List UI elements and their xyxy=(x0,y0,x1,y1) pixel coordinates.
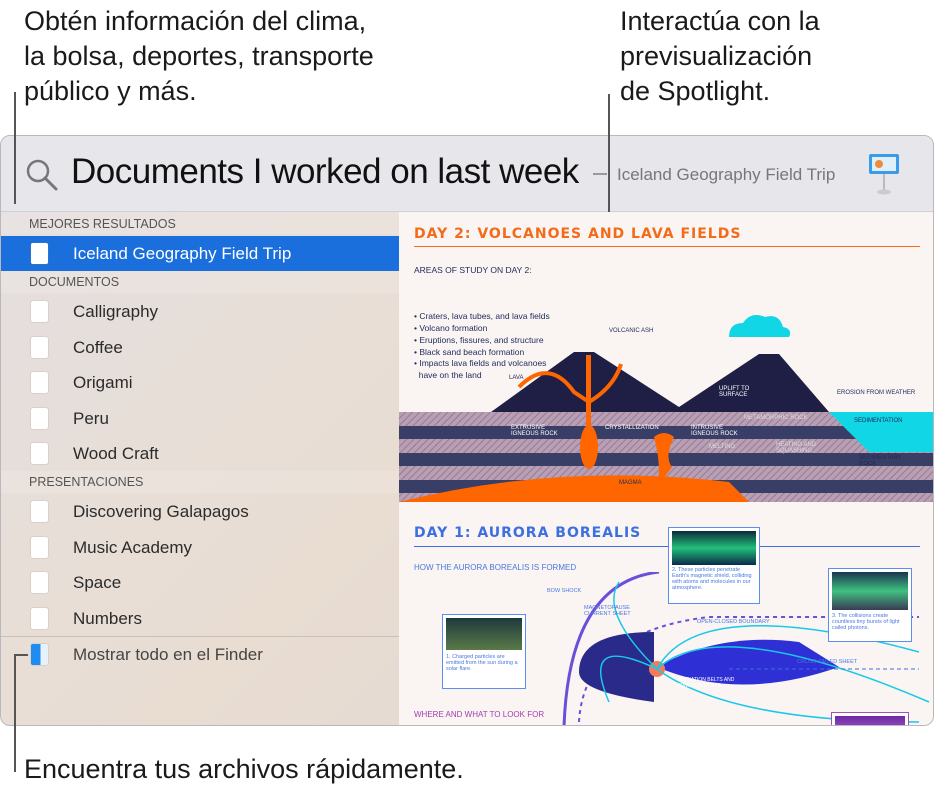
result-row[interactable]: Space xyxy=(1,565,399,600)
result-row[interactable]: Coffee xyxy=(1,330,399,365)
keynote-icon xyxy=(869,154,899,195)
callout-bottom: Encuentra tus archivos rápidamente. xyxy=(24,754,464,784)
result-label: Calligraphy xyxy=(73,302,159,321)
callout-line: Obtén información del clima, xyxy=(24,6,367,36)
result-row[interactable]: Peru xyxy=(1,401,399,436)
section-header: DOCUMENTOS xyxy=(29,275,120,289)
day2-subtitle: AREAS OF STUDY ON DAY 2: xyxy=(414,265,532,275)
result-row[interactable]: Discovering Galapagos xyxy=(1,494,399,529)
callout-line: Interactúa con la xyxy=(620,6,820,36)
result-row[interactable]: Calligraphy xyxy=(1,294,399,329)
caption-card: 3. The collisions create countless tiny … xyxy=(828,568,912,642)
results-list: MEJORES RESULTADOS Iceland Geography Fie… xyxy=(1,212,399,725)
section-header: MEJORES RESULTADOS xyxy=(29,217,176,231)
callout-line: la bolsa, deportes, transporte xyxy=(24,41,374,71)
callout-top-right: Interactúa con la previsualización de Sp… xyxy=(620,4,820,109)
result-label: Coffee xyxy=(73,338,123,357)
search-bar[interactable]: Documents I worked on last week Iceland … xyxy=(1,136,933,212)
callout-top-left: Obtén información del clima, la bolsa, d… xyxy=(24,4,374,109)
result-label: Peru xyxy=(73,409,109,428)
result-row[interactable]: Origami xyxy=(1,365,399,400)
day1-subtitle: HOW THE AURORA BOREALIS IS FORMED xyxy=(414,563,577,572)
spotlight-window: Documents I worked on last week Iceland … xyxy=(0,135,934,726)
pages-icon xyxy=(31,408,48,429)
finder-icon xyxy=(31,644,48,665)
day2-title: DAY 2: VOLCANOES AND LAVA FIELDS xyxy=(414,226,742,242)
keynote-icon xyxy=(31,608,48,629)
callout-line-top-left xyxy=(14,92,16,204)
cloud-icon xyxy=(729,315,791,337)
keynote-icon xyxy=(31,501,48,522)
search-input[interactable]: Documents I worked on last week xyxy=(71,152,579,192)
callout-line-top-right xyxy=(608,94,610,212)
result-row[interactable]: Iceland Geography Field Trip xyxy=(1,236,399,271)
caption-card: 1. Charged particles are emitted from th… xyxy=(442,614,526,689)
pages-icon xyxy=(31,301,48,322)
callout-line: público y más. xyxy=(24,76,197,106)
completion-dash xyxy=(593,173,607,175)
callout-line-bottom-h xyxy=(14,654,28,656)
preview-pane[interactable]: DAY 2: VOLCANOES AND LAVA FIELDS AREAS O… xyxy=(399,212,933,725)
keynote-icon xyxy=(31,243,48,264)
result-row[interactable]: Music Academy xyxy=(1,530,399,565)
keynote-icon xyxy=(31,572,48,593)
result-row[interactable]: Numbers xyxy=(1,601,399,636)
show-all-in-finder[interactable]: Mostrar todo en el Finder xyxy=(1,637,399,672)
pages-icon xyxy=(31,443,48,464)
callout-line: de Spotlight. xyxy=(620,76,771,106)
aurora-photo xyxy=(835,716,905,725)
caption-card: 2. These particles penetrate Earth's mag… xyxy=(668,527,760,604)
aurora-photo xyxy=(446,618,522,650)
pages-icon xyxy=(31,337,48,358)
caption-card xyxy=(831,712,909,725)
day1-title: DAY 1: AURORA BOREALIS xyxy=(414,525,642,541)
pages-icon xyxy=(31,372,48,393)
section-header: PRESENTACIONES xyxy=(29,475,144,489)
search-icon xyxy=(26,159,58,191)
aurora-photo xyxy=(672,531,756,565)
result-label: Numbers xyxy=(73,609,142,628)
result-label: Space xyxy=(73,573,122,592)
keynote-icon xyxy=(31,537,48,558)
callout-line-bottom xyxy=(14,654,16,772)
search-completion: Iceland Geography Field Trip xyxy=(617,165,836,184)
volcano-diagram xyxy=(399,315,933,502)
day1-footer: WHERE AND WHAT TO LOOK FOR xyxy=(414,710,545,719)
result-label: Discovering Galapagos xyxy=(73,502,249,521)
finder-label: Mostrar todo en el Finder xyxy=(73,645,263,664)
result-label: Music Academy xyxy=(73,538,193,557)
result-label: Origami xyxy=(73,373,133,392)
result-row[interactable]: Wood Craft xyxy=(1,436,399,471)
result-label: Iceland Geography Field Trip xyxy=(73,244,292,263)
aurora-photo xyxy=(832,572,908,610)
result-label: Wood Craft xyxy=(73,444,159,463)
callout-line: previsualización xyxy=(620,41,813,71)
